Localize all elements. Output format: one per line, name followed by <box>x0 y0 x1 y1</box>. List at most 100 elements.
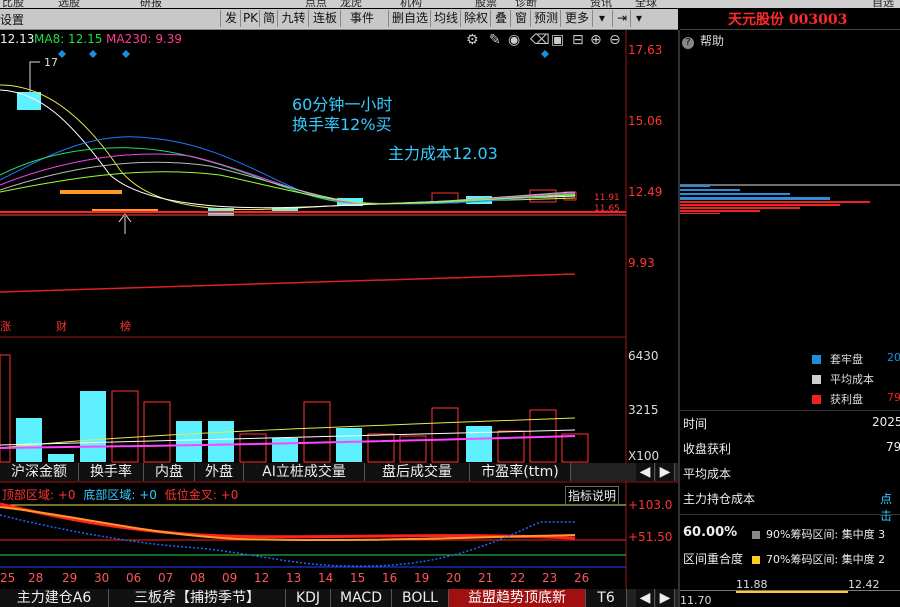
tool-button-pk[interactable]: PK <box>240 10 260 27</box>
tool-button-simple[interactable]: 简 <box>259 10 278 27</box>
volume-bar <box>48 454 74 462</box>
volume-bar <box>272 438 298 462</box>
zoom-in-icon[interactable]: ⊕ <box>590 32 602 48</box>
tool-button-more[interactable]: 更多 <box>560 10 593 27</box>
date-tick: 23 <box>542 571 557 585</box>
stock-title-bar: 天元股份 003003 <box>680 9 900 30</box>
top-strip-item[interactable]: 股票 <box>475 0 497 8</box>
top-strip-item[interactable]: 点点 <box>305 0 327 8</box>
top-strip-item[interactable]: 自选 <box>872 0 894 8</box>
chip-distribution <box>680 184 900 214</box>
top-strip-item[interactable]: 比股 <box>2 0 24 8</box>
top-strip-item[interactable]: 资讯 <box>590 0 612 8</box>
tab-inner[interactable]: 内盘 <box>144 463 195 481</box>
tool-button-remove-watchlist[interactable]: 删自选 <box>388 10 431 27</box>
tab-three-axes[interactable]: 三板斧【捕捞季节】 <box>109 589 286 607</box>
tool-button-events[interactable]: 事件 <box>340 10 383 27</box>
volume-tick: 6430 <box>628 349 659 363</box>
tab-turnover[interactable]: 换手率 <box>79 463 144 481</box>
tool-button-exright[interactable]: 除权 <box>460 10 491 27</box>
date-tick: 29 <box>62 571 77 585</box>
volume-bar <box>0 354 11 463</box>
dropdown-icon[interactable]: ▾ <box>630 10 647 27</box>
tool-button-overlay[interactable]: 叠 <box>490 10 511 27</box>
tool-button-window[interactable]: 窗 <box>510 10 531 27</box>
pen-icon[interactable]: ✎ <box>489 32 501 48</box>
settings-button[interactable]: 设置 <box>0 11 24 28</box>
top-strip-item[interactable]: 全球 <box>635 0 657 8</box>
tool-button-fa[interactable]: 发 <box>220 10 241 27</box>
settings-icon[interactable]: ⚙ <box>466 32 479 48</box>
date-tick: 20 <box>446 571 461 585</box>
tab-t6[interactable]: T6 <box>586 589 627 607</box>
signal-legend-bottom: 底部区域: +0 <box>83 488 157 502</box>
chip-bar <box>680 189 740 191</box>
legend-swatch <box>812 375 821 384</box>
ma8-legend: MA8: 12.15 <box>34 32 102 46</box>
event-marker: 涨 <box>0 320 11 333</box>
date-tick: 28 <box>28 571 43 585</box>
zoom-out-icon[interactable]: ⊖ <box>609 32 621 48</box>
event-diamond <box>122 50 130 58</box>
volume-bar <box>111 390 139 463</box>
tab-after-hours[interactable]: 盘后成交量 <box>365 463 470 481</box>
tool-button-jiuzhuan[interactable]: 九转 <box>277 10 309 27</box>
tab-scroll-right-icon[interactable]: ▶ <box>656 463 675 481</box>
cost-bar <box>60 190 122 194</box>
tool-button-lianban[interactable]: 连板 <box>308 10 341 27</box>
tool-button-ma[interactable]: 均线 <box>430 10 461 27</box>
date-tick: 19 <box>414 571 429 585</box>
ma-line <box>0 161 576 205</box>
signal-tick: +103.0 <box>628 498 672 512</box>
price-tick: 9.93 <box>628 256 655 270</box>
collapse-right-icon[interactable]: ⇥ <box>612 10 631 27</box>
trapped-chips <box>680 185 830 200</box>
range-slider[interactable]: 11.88 12.42 11.70 <box>680 578 900 607</box>
tab-boll[interactable]: BOLL <box>392 589 449 607</box>
date-tick: 12 <box>254 571 269 585</box>
volume-bar <box>303 401 331 463</box>
date-tick: 25 <box>0 571 15 585</box>
peak-label: 17 <box>44 56 58 69</box>
price-tick: 15.06 <box>628 114 662 128</box>
info-label: 平均成本 <box>683 467 732 481</box>
main-cost-link[interactable]: 点击 <box>880 490 900 524</box>
tool-button-forecast[interactable]: 预测 <box>530 10 561 27</box>
tab-scroll-right-icon[interactable]: ▶ <box>656 589 675 607</box>
signal-legend-top: 顶部区域: +0 <box>2 488 76 502</box>
date-tick: 15 <box>350 571 365 585</box>
signal-tick: +51.50 <box>628 530 672 544</box>
top-strip-item[interactable]: 诊断 <box>515 0 537 8</box>
tab-trend-top-bottom[interactable]: 益盟趋势顶底新 <box>449 589 586 607</box>
tab-scroll-left-icon[interactable]: ◀ <box>636 463 655 481</box>
top-strip-item[interactable]: 龙虎 <box>340 0 362 8</box>
tab-scroll-left-icon[interactable]: ◀ <box>636 589 655 607</box>
overlap-label: 区间重合度 <box>683 552 744 566</box>
volume-bar <box>497 430 525 463</box>
help-button[interactable]: ? 帮助 <box>682 32 724 49</box>
top-strip-item[interactable]: 选股 <box>58 0 80 8</box>
volume-bar <box>80 391 106 462</box>
chip-bar <box>680 197 830 200</box>
more-dropdown-icon[interactable]: ▾ <box>592 10 611 27</box>
tab-kdj[interactable]: KDJ <box>286 589 331 607</box>
indicator-tab-bar: 沪深金额 换手率 内盘 外盘 AI立桩成交量 盘后成交量 市盈率(ttm) ◀ … <box>0 463 678 481</box>
signal-legend-golden: 低位金叉: +0 <box>164 488 239 502</box>
lock-icon[interactable]: ⊟ <box>572 32 584 48</box>
tab-ai-volume[interactable]: AI立桩成交量 <box>244 463 365 481</box>
eye-icon[interactable]: ◉ <box>508 32 520 48</box>
tab-outer[interactable]: 外盘 <box>195 463 244 481</box>
legend-label: 获利盘 <box>830 393 863 406</box>
top-strip-item[interactable]: 研报 <box>140 0 162 8</box>
chip-bar <box>680 193 790 195</box>
range-tick: 12.42 <box>848 578 880 591</box>
volume-bar <box>208 421 234 462</box>
tab-total-amount[interactable]: 沪深金额 <box>0 463 79 481</box>
tab-main-build[interactable]: 主力建仓A6 <box>0 589 109 607</box>
top-strip-item[interactable]: 机构 <box>400 0 422 8</box>
trash-icon[interactable]: ⌫ <box>530 32 550 48</box>
tab-pe-ttm[interactable]: 市盈率(ttm) <box>470 463 571 481</box>
briefcase-icon[interactable]: ▣ <box>551 32 564 48</box>
tab-macd[interactable]: MACD <box>331 589 392 607</box>
indicator-help-button[interactable]: 指标说明 <box>565 486 620 505</box>
